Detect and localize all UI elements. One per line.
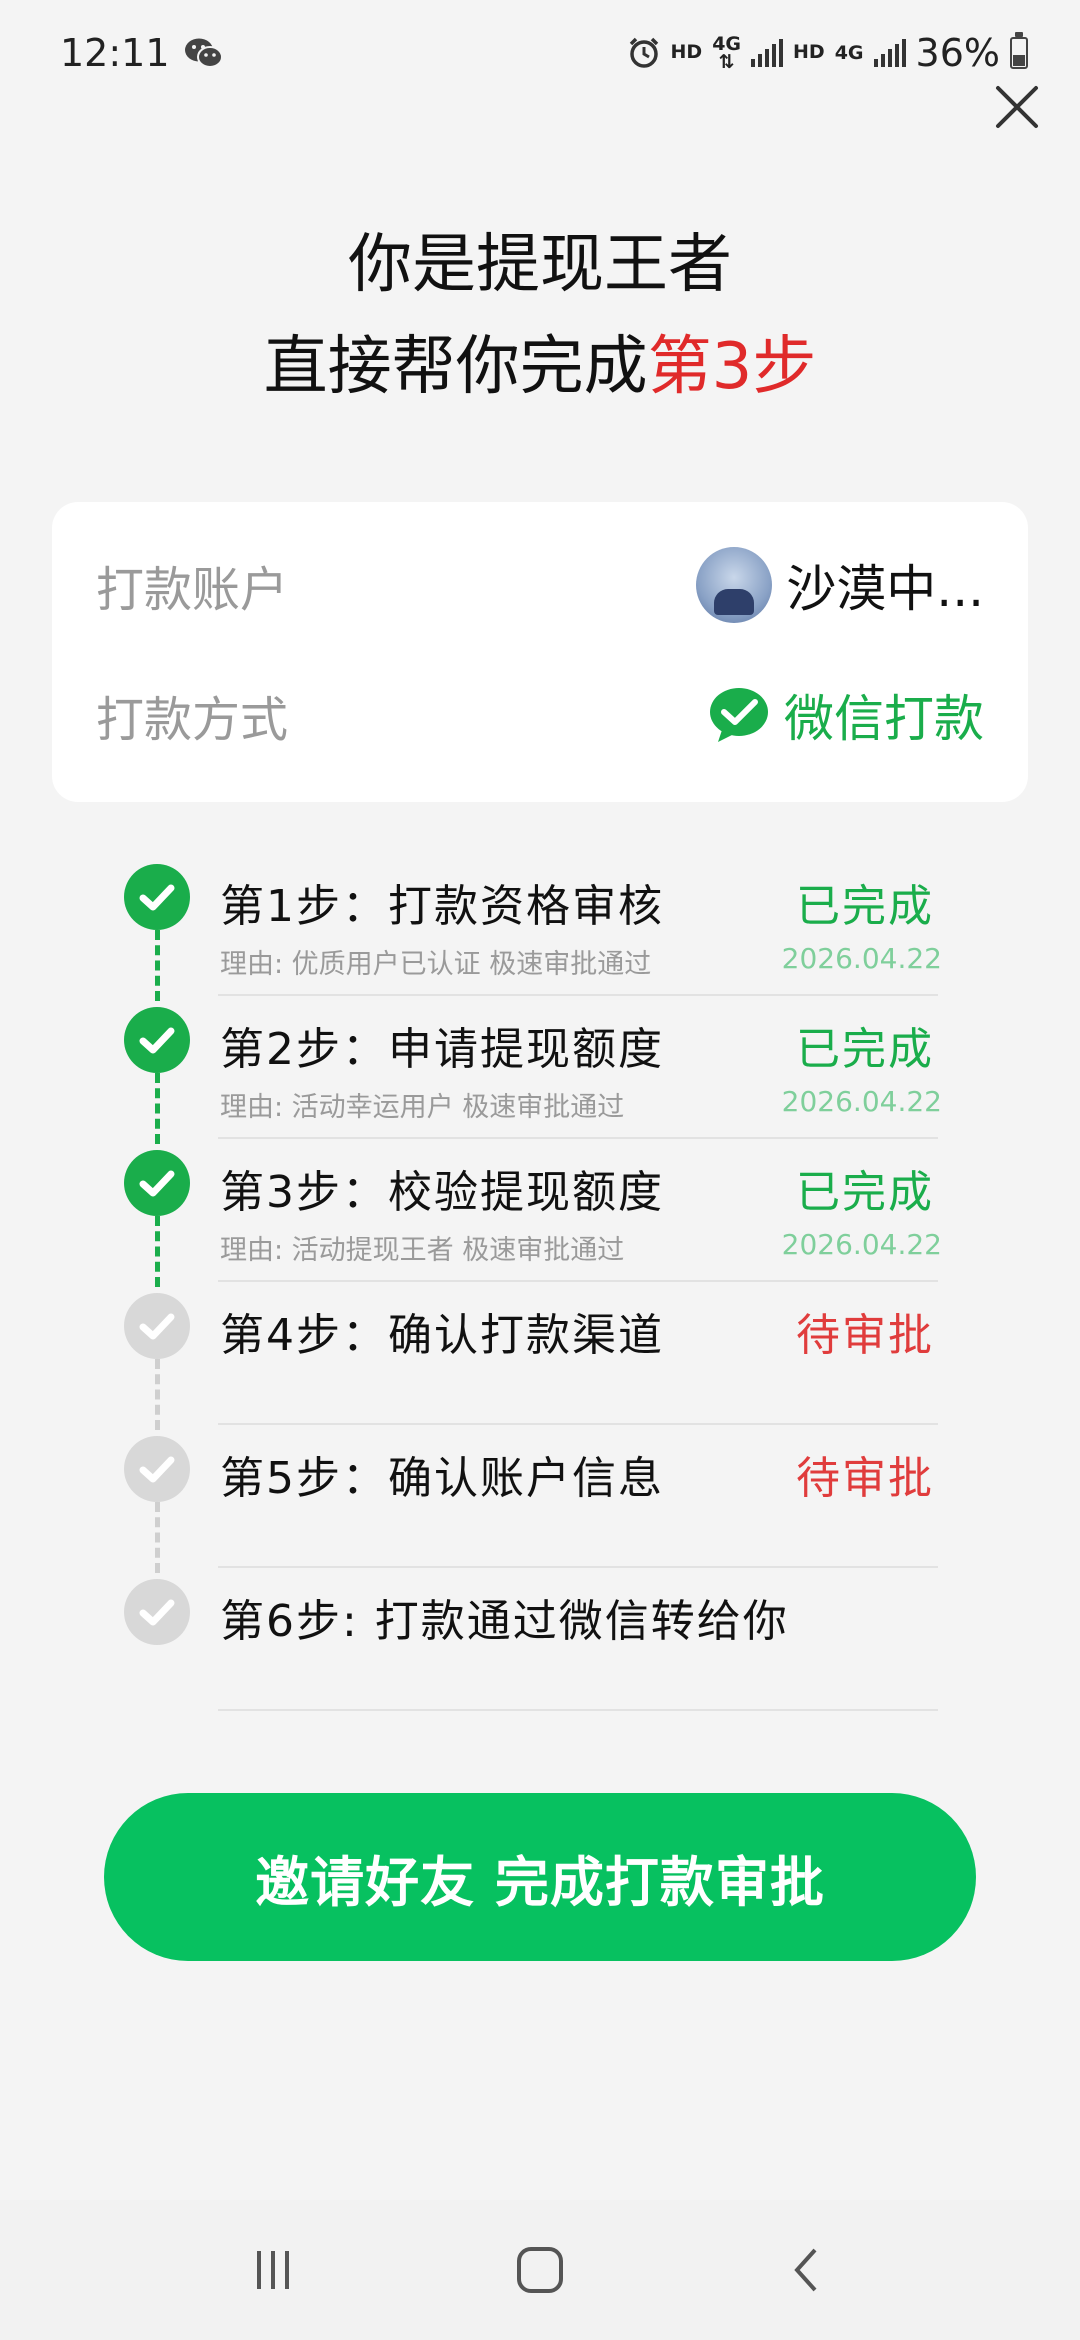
hd-indicator-2: HD (793, 41, 825, 63)
status-bar: 12:11 HD 4G ⇅ HD 4G 36% (0, 0, 1080, 105)
step-reason: 理由: 活动提现王者 极速审批通过 (220, 1235, 625, 1266)
headline-line-1: 你是提现王者 (348, 228, 732, 302)
check-icon (124, 1007, 190, 1073)
method-value: 微信打款 (784, 690, 984, 748)
signal-icon (751, 38, 784, 67)
divider (218, 1566, 938, 1568)
divider (218, 1709, 938, 1711)
step-date: 2026.04.22 (781, 942, 942, 975)
headline: 你是提现王者 直接帮你完成第3步 (0, 218, 1080, 414)
close-button[interactable] (990, 80, 1044, 134)
step-status: 已完成 (796, 1167, 934, 1218)
alarm-icon (629, 37, 658, 68)
step-title: 第6步: 打款通过微信转给你 (220, 1596, 789, 1647)
data-arrows-icon: ⇅ (718, 50, 735, 73)
divider (218, 994, 938, 996)
step-date: 2026.04.22 (781, 1085, 942, 1118)
network-indicator-1: 4G ⇅ (712, 32, 742, 73)
check-icon (124, 1436, 190, 1502)
step-status: 待审批 (796, 1310, 934, 1361)
step-title: 第3步：校验提现额度 (220, 1167, 664, 1218)
check-icon (124, 1150, 190, 1216)
step-item: 第4步：确认打款渠道 待审批 (0, 1287, 1080, 1430)
battery-icon (1010, 31, 1028, 69)
divider (218, 1280, 938, 1282)
recents-icon (257, 2251, 290, 2289)
status-bar-left: 12:11 (60, 31, 224, 75)
step-date: 2026.04.22 (781, 1228, 942, 1261)
step-status: 已完成 (796, 881, 934, 932)
step-title: 第1步：打款资格审核 (220, 881, 664, 932)
network-type-1: 4G (712, 32, 742, 55)
back-button[interactable] (767, 2230, 847, 2310)
step-reason: 理由: 优质用户已认证 极速审批通过 (220, 949, 652, 980)
step-item: 第3步：校验提现额度 已完成 理由: 活动提现王者 极速审批通过 2026.04… (0, 1144, 1080, 1287)
method-value-group: 微信打款 (708, 679, 984, 751)
home-button[interactable] (500, 2230, 580, 2310)
step-reason: 理由: 活动幸运用户 极速审批通过 (220, 1092, 625, 1123)
network-indicator-2: 4G (834, 41, 864, 64)
battery-percent: 36% (915, 30, 1000, 75)
clock: 12:11 (60, 30, 170, 75)
divider (218, 1137, 938, 1139)
check-icon (124, 1293, 190, 1359)
step-item: 第6步: 打款通过微信转给你 (0, 1573, 1080, 1716)
method-label: 打款方式 (96, 692, 289, 748)
headline-line-2-text: 直接帮你完成 (263, 330, 648, 404)
step-status: 待审批 (796, 1453, 934, 1504)
account-label: 打款账户 (96, 562, 289, 618)
method-row: 打款方式 微信打款 (96, 650, 984, 780)
check-icon (124, 864, 190, 930)
step-item: 第5步：确认账户信息 待审批 (0, 1430, 1080, 1573)
headline-line-2: 直接帮你完成第3步 (0, 320, 1080, 414)
step-status: 已完成 (796, 1024, 934, 1075)
account-row: 打款账户 沙漠中... (96, 520, 984, 650)
home-icon (516, 2247, 563, 2293)
divider (218, 1423, 938, 1425)
account-value-group: 沙漠中... (696, 547, 984, 623)
step-title: 第5步：确认账户信息 (220, 1453, 664, 1504)
close-icon (996, 86, 1038, 128)
back-icon (793, 2248, 817, 2292)
network-type-2: 4G (834, 41, 864, 64)
avatar (696, 547, 773, 623)
wechat-pay-icon (710, 688, 768, 742)
wechat-icon (184, 38, 223, 68)
signal-icon-2 (873, 38, 906, 67)
account-value: 沙漠中... (786, 560, 984, 618)
system-nav-bar (0, 2200, 1080, 2340)
headline-step-highlight: 第3步 (647, 330, 817, 404)
invite-friends-button[interactable]: 邀请好友 完成打款审批 (104, 1793, 976, 1961)
recents-button[interactable] (233, 2230, 313, 2310)
check-icon (124, 1579, 190, 1645)
step-title: 第4步：确认打款渠道 (220, 1310, 664, 1361)
step-item: 第2步：申请提现额度 已完成 理由: 活动幸运用户 极速审批通过 2026.04… (0, 1001, 1080, 1144)
payment-info-card: 打款账户 沙漠中... 打款方式 微信打款 (52, 502, 1028, 802)
hd-indicator-1: HD (670, 41, 703, 63)
step-item: 第1步：打款资格审核 已完成 理由: 优质用户已认证 极速审批通过 2026.0… (0, 858, 1080, 1001)
status-bar-right: HD 4G ⇅ HD 4G 36% (627, 30, 1028, 75)
step-title: 第2步：申请提现额度 (220, 1024, 664, 1075)
